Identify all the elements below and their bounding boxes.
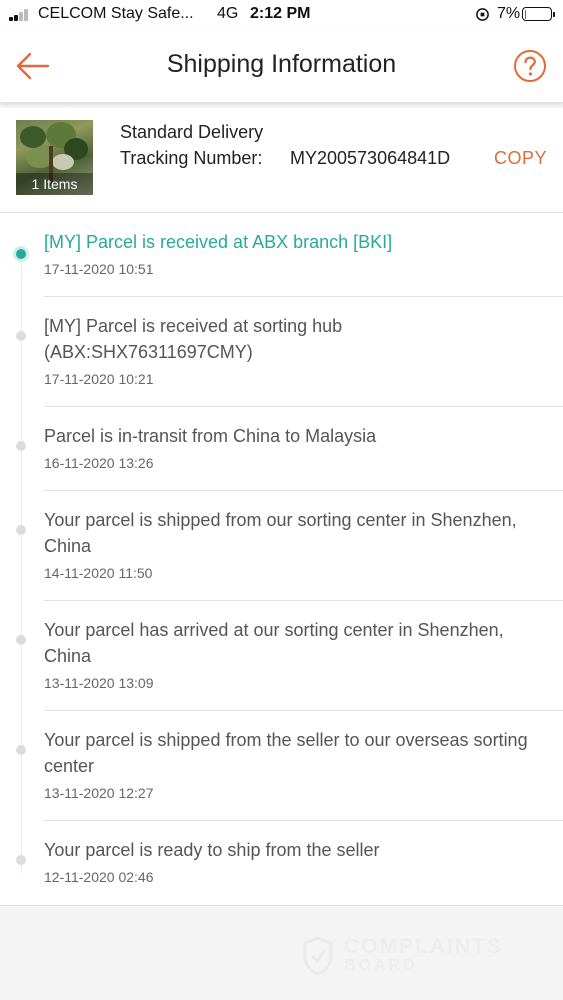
timeline-dot <box>16 249 26 259</box>
timeline-event: Parcel is in-transit from China to Malay… <box>0 407 563 491</box>
copy-button[interactable]: COPY <box>494 148 547 169</box>
timeline-dot <box>16 635 26 645</box>
delivery-type: Standard Delivery <box>120 122 264 142</box>
event-time: 17-11-2020 10:21 <box>44 371 154 387</box>
status-time: 2:12 PM <box>250 5 311 22</box>
tracking-timeline: [MY] Parcel is received at ABX branch [B… <box>0 213 563 906</box>
event-description: [MY] Parcel is received at ABX branch [B… <box>44 232 393 252</box>
event-time: 13-11-2020 13:09 <box>44 675 154 691</box>
timeline-event: Your parcel has arrived at our sorting c… <box>0 601 563 711</box>
timeline-dot <box>16 855 26 865</box>
timeline-dot <box>16 745 26 755</box>
timeline-dot <box>16 441 26 451</box>
nav-bar: Shipping Information <box>0 30 563 102</box>
watermark-subtitle: BOARD <box>344 957 418 974</box>
battery-icon <box>522 7 552 21</box>
timeline-dot <box>16 331 26 341</box>
carrier-name: CELCOM Stay Safe... <box>38 5 194 22</box>
event-time: 16-11-2020 13:26 <box>44 455 154 471</box>
timeline-event: Your parcel is shipped from the seller t… <box>0 711 563 821</box>
timeline-dot <box>16 525 26 535</box>
battery-percent: 7% <box>497 5 521 22</box>
orientation-lock-icon <box>476 8 490 21</box>
item-count: 1 Items <box>16 173 93 195</box>
complaints-board-watermark: COMPLAINTS BOARD <box>300 933 530 979</box>
tracking-number-label: Tracking Number: <box>120 148 263 168</box>
status-bar: CELCOM Stay Safe... 4G 2:12 PM 7% <box>0 0 563 30</box>
event-time: 17-11-2020 10:51 <box>44 261 154 277</box>
tracking-number: MY200573064841D <box>290 148 451 168</box>
signal-strength-icon <box>9 9 31 21</box>
event-description: Parcel is in-transit from China to Malay… <box>44 426 377 446</box>
question-circle-icon <box>514 50 546 82</box>
timeline-event: [MY] Parcel is received at ABX branch [B… <box>0 213 563 297</box>
event-description: Your parcel has arrived at our sorting c… <box>44 620 504 666</box>
shield-logo-icon <box>303 936 333 976</box>
event-time: 14-11-2020 11:50 <box>44 565 153 581</box>
screen: CELCOM Stay Safe... 4G 2:12 PM 7% Shippi… <box>0 0 563 1000</box>
event-time: 12-11-2020 02:46 <box>44 869 154 885</box>
event-description: Your parcel is ready to ship from the se… <box>44 840 380 860</box>
event-description: Your parcel is shipped from our sorting … <box>44 510 517 556</box>
timeline-event: Your parcel is ready to ship from the se… <box>0 821 563 905</box>
battery-nub <box>553 12 555 17</box>
timeline-event: [MY] Parcel is received at sorting hub (… <box>0 297 563 407</box>
network-type: 4G <box>217 5 239 22</box>
event-time: 13-11-2020 12:27 <box>44 785 154 801</box>
watermark-title: COMPLAINTS <box>344 935 503 958</box>
product-thumbnail[interactable]: 1 Items <box>16 120 93 195</box>
event-description: Your parcel is shipped from the seller t… <box>44 730 528 776</box>
help-button[interactable] <box>513 49 547 83</box>
timeline-event: Your parcel is shipped from our sorting … <box>0 491 563 601</box>
shipment-summary: 1 Items Standard Delivery Tracking Numbe… <box>0 108 563 213</box>
event-description: [MY] Parcel is received at sorting hub (… <box>44 316 343 362</box>
page-title: Shipping Information <box>166 50 397 78</box>
battery-fill <box>524 9 527 19</box>
